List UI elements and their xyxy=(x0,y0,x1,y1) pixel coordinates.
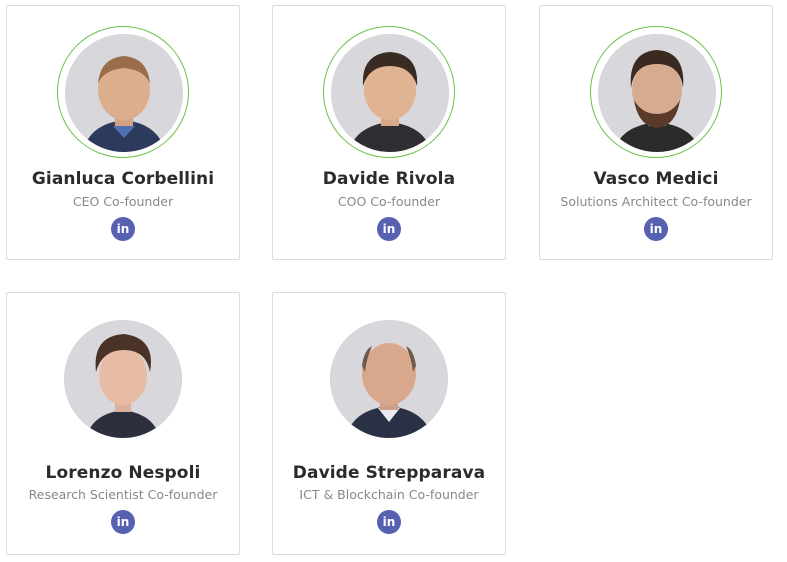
avatar-ring xyxy=(57,313,189,445)
team-member-card: Gianluca Corbellini CEO Co-founder in xyxy=(6,5,240,260)
member-name: Gianluca Corbellini xyxy=(31,169,215,189)
avatar xyxy=(64,320,182,438)
avatar-ring xyxy=(323,313,455,445)
avatar xyxy=(330,320,448,438)
avatar-ring xyxy=(323,26,455,158)
team-member-card: Lorenzo Nespoli Research Scientist Co-fo… xyxy=(6,292,240,555)
avatar-ring xyxy=(57,26,189,158)
team-member-card: Davide Rivola COO Co-founder in xyxy=(272,5,506,260)
linkedin-icon[interactable]: in xyxy=(377,217,401,241)
avatar xyxy=(331,34,449,152)
member-name: Davide Strepparava xyxy=(292,463,486,483)
linkedin-icon[interactable]: in xyxy=(644,217,668,241)
member-role: ICT & Blockchain Co-founder xyxy=(299,487,479,502)
member-role: Research Scientist Co-founder xyxy=(28,487,218,502)
member-name: Lorenzo Nespoli xyxy=(45,463,201,483)
member-role: COO Co-founder xyxy=(337,194,441,209)
linkedin-icon[interactable]: in xyxy=(377,510,401,534)
linkedin-icon[interactable]: in xyxy=(111,217,135,241)
team-member-card: Vasco Medici Solutions Architect Co-foun… xyxy=(539,5,773,260)
avatar xyxy=(598,34,716,152)
member-name: Vasco Medici xyxy=(593,169,719,189)
member-role: CEO Co-founder xyxy=(72,194,174,209)
linkedin-icon[interactable]: in xyxy=(111,510,135,534)
member-role: Solutions Architect Co-founder xyxy=(560,194,752,209)
member-name: Davide Rivola xyxy=(322,169,456,189)
avatar xyxy=(65,34,183,152)
team-member-card: Davide Strepparava ICT & Blockchain Co-f… xyxy=(272,292,506,555)
avatar-ring xyxy=(590,26,722,158)
